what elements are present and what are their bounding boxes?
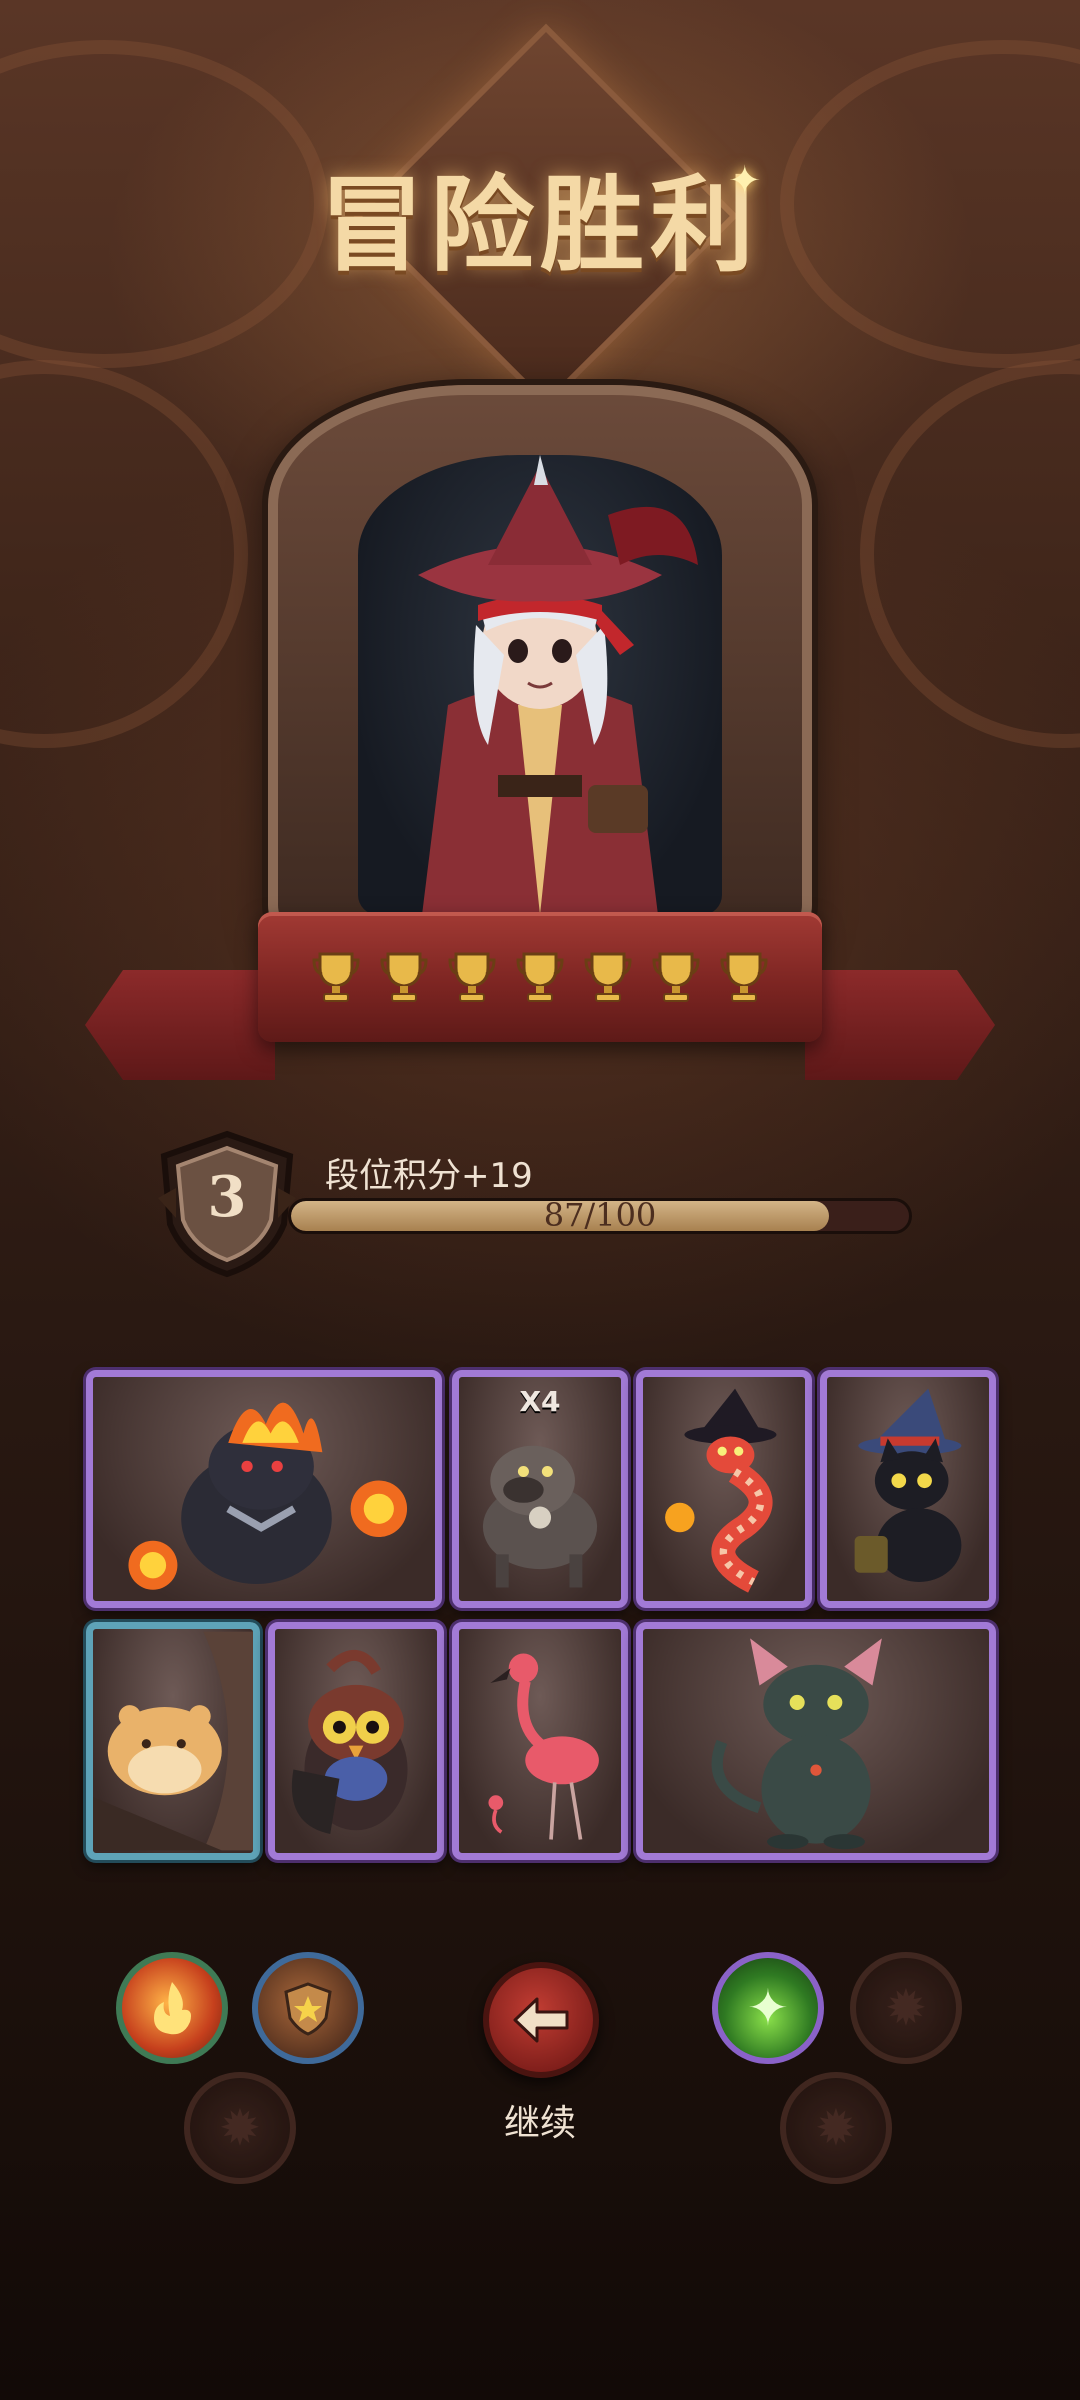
- skill-empty-slot: ✹: [184, 2072, 296, 2184]
- background-ornament: [0, 360, 248, 748]
- sphynx-cat-art: [711, 1638, 882, 1850]
- gear-icon: ✹: [815, 2099, 857, 2157]
- ribbon-tail-left: [85, 970, 275, 1080]
- trophy-icon: [652, 950, 700, 1004]
- sparkle-icon: ✦: [747, 1979, 789, 2037]
- victory-screen: 冒险胜利 ✦ 3 段位积分+19 87/100 X4 ✹ 继续 ✦ ✹ ✹: [0, 0, 1080, 2400]
- hero-portrait-frame: [268, 385, 812, 945]
- trophy-icon: [312, 950, 360, 1004]
- flamingo-art: [488, 1653, 599, 1840]
- hamster-art: [93, 1631, 253, 1851]
- rank-progress-text: 87/100: [543, 1196, 657, 1234]
- skill-poison-slot[interactable]: ✦: [712, 1952, 824, 2064]
- gear-icon: ✹: [885, 1979, 927, 2037]
- owl-art: [291, 1649, 408, 1834]
- trophy-icon: [516, 950, 564, 1004]
- hero-portrait: [358, 455, 722, 915]
- card-dog[interactable]: X4: [452, 1370, 628, 1608]
- trophy-icon: [448, 950, 496, 1004]
- skill-empty-slot: ✹: [850, 1952, 962, 2064]
- card-hamster[interactable]: [86, 1622, 260, 1860]
- skill-shield-slot[interactable]: [252, 1952, 364, 2064]
- flame-icon: [122, 1958, 222, 2058]
- witch-cat-art: [854, 1388, 962, 1582]
- sparkle-icon: ✦: [728, 158, 762, 204]
- skill-fire-slot[interactable]: [116, 1952, 228, 2064]
- card-fire-bear[interactable]: [86, 1370, 442, 1608]
- card-sphynx-cat[interactable]: [636, 1622, 996, 1860]
- continue-label[interactable]: 继续: [440, 2094, 640, 2146]
- trophy-icon: [720, 950, 768, 1004]
- star-shield-icon: [258, 1958, 358, 2058]
- continue-button[interactable]: [483, 1962, 599, 2078]
- page-title: 冒险胜利: [319, 164, 760, 286]
- gear-icon: ✹: [219, 2099, 261, 2157]
- trophy-icon: [584, 950, 632, 1004]
- pirate-hero-illustration: [418, 455, 698, 915]
- rank-badge: 3: [152, 1128, 302, 1278]
- rank-points-label: 段位积分+19: [325, 1156, 533, 1196]
- arrow-left-icon: [489, 1968, 593, 2072]
- trophy-icon: [380, 950, 428, 1004]
- rank-level: 3: [207, 1164, 247, 1230]
- card-flamingo[interactable]: [452, 1622, 628, 1860]
- ribbon-tail-right: [805, 970, 995, 1080]
- card-owl[interactable]: [268, 1622, 444, 1860]
- snake-art: [665, 1388, 777, 1593]
- trophy-ribbon: [258, 912, 822, 1042]
- background-ornament: [860, 360, 1080, 748]
- skill-empty-slot: ✹: [780, 2072, 892, 2184]
- card-witch-snake[interactable]: [636, 1370, 812, 1608]
- card-witch-cat[interactable]: [820, 1370, 996, 1608]
- card-count-badge: X4: [519, 1385, 561, 1418]
- fire-bear-art: [128, 1402, 408, 1590]
